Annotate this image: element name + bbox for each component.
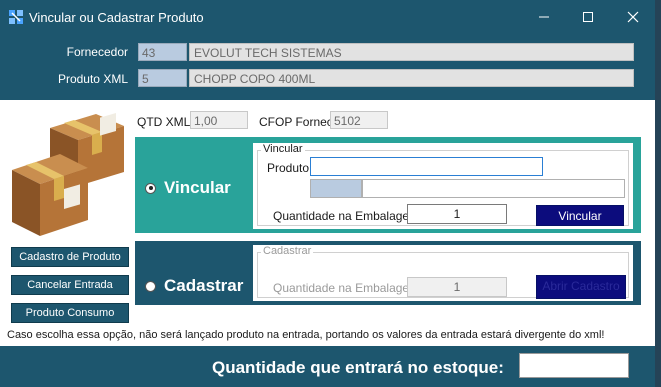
dialog-window: Vincular ou Cadastrar Produto Fornecedor… (0, 0, 655, 387)
cfop-label: CFOP Fornec (259, 115, 333, 129)
fornecedor-id-field: 43 (138, 43, 187, 61)
cadastrar-option-label: Cadastrar (164, 276, 244, 295)
cadastro-produto-button[interactable]: Cadastro de Produto (11, 247, 129, 267)
produto-consumo-button[interactable]: Produto Consumo (11, 303, 129, 323)
qtd-xml-field: 1,00 (190, 111, 248, 129)
vincular-qtd-embalagem-input[interactable]: 1 (407, 204, 507, 224)
fornecedor-label: Fornecedor (66, 45, 128, 59)
produto-name-field: CHOPP COPO 400ML (189, 69, 634, 87)
produto-xml-label: Produto XML (57, 72, 128, 86)
window-title: Vincular ou Cadastrar Produto (29, 10, 204, 25)
cadastrar-qtd-embalagem-input: 1 (407, 277, 507, 297)
close-icon (627, 11, 639, 23)
vincular-option[interactable]: Vincular (145, 178, 231, 198)
produto-code-field (310, 179, 362, 198)
footer-bar: Quantidade que entrará no estoque: (0, 346, 655, 387)
cfop-field: 5102 (330, 111, 388, 129)
background-window-edge (655, 0, 661, 387)
vincular-button[interactable]: Vincular (536, 205, 624, 226)
vincular-group: Vincular Produto Quantidade na Embalagem… (253, 143, 633, 229)
qtd-xml-label: QTD XML (137, 115, 191, 129)
vincular-qtd-embalagem-label: Quantidade na Embalagem (273, 209, 420, 223)
cadastrar-radio[interactable] (145, 280, 156, 292)
vincular-group-legend: Vincular (261, 143, 305, 155)
warning-note: Caso escolha essa opção, não será lançad… (7, 329, 605, 341)
produto-description-field (362, 179, 625, 198)
boxes-image (8, 110, 128, 243)
cadastrar-group: Cadastrar Quantidade na Embalagem 1 Abri… (253, 245, 633, 301)
header-panel: Fornecedor 43 EVOLUT TECH SISTEMAS Produ… (0, 34, 655, 100)
minimize-button[interactable] (522, 0, 566, 34)
minimize-icon (539, 16, 549, 18)
app-icon (8, 9, 24, 25)
cancelar-entrada-button[interactable]: Cancelar Entrada (11, 275, 129, 295)
produto-search-input[interactable] (310, 157, 543, 176)
cadastrar-option[interactable]: Cadastrar (145, 276, 243, 296)
cadastrar-qtd-embalagem-label: Quantidade na Embalagem (273, 281, 420, 295)
quantidade-estoque-input[interactable] (519, 353, 629, 378)
maximize-icon (583, 12, 593, 22)
cadastrar-group-legend: Cadastrar (261, 245, 314, 257)
produto-id-field: 5 (138, 69, 187, 87)
vincular-radio[interactable] (145, 182, 156, 194)
vincular-option-label: Vincular (164, 178, 231, 197)
fornecedor-name-field: EVOLUT TECH SISTEMAS (189, 43, 634, 61)
quantidade-estoque-label: Quantidade que entrará no estoque: (212, 358, 504, 377)
produto-label: Produto (267, 161, 310, 175)
abrir-cadastro-button: Abrir Cadastro (536, 275, 626, 299)
vincular-panel: Vincular Vincular Produto Quantidade na … (135, 137, 641, 233)
title-bar[interactable]: Vincular ou Cadastrar Produto (0, 0, 655, 34)
cadastrar-panel: Cadastrar Cadastrar Quantidade na Embala… (135, 241, 641, 305)
maximize-button[interactable] (566, 0, 610, 34)
close-button[interactable] (611, 0, 655, 34)
